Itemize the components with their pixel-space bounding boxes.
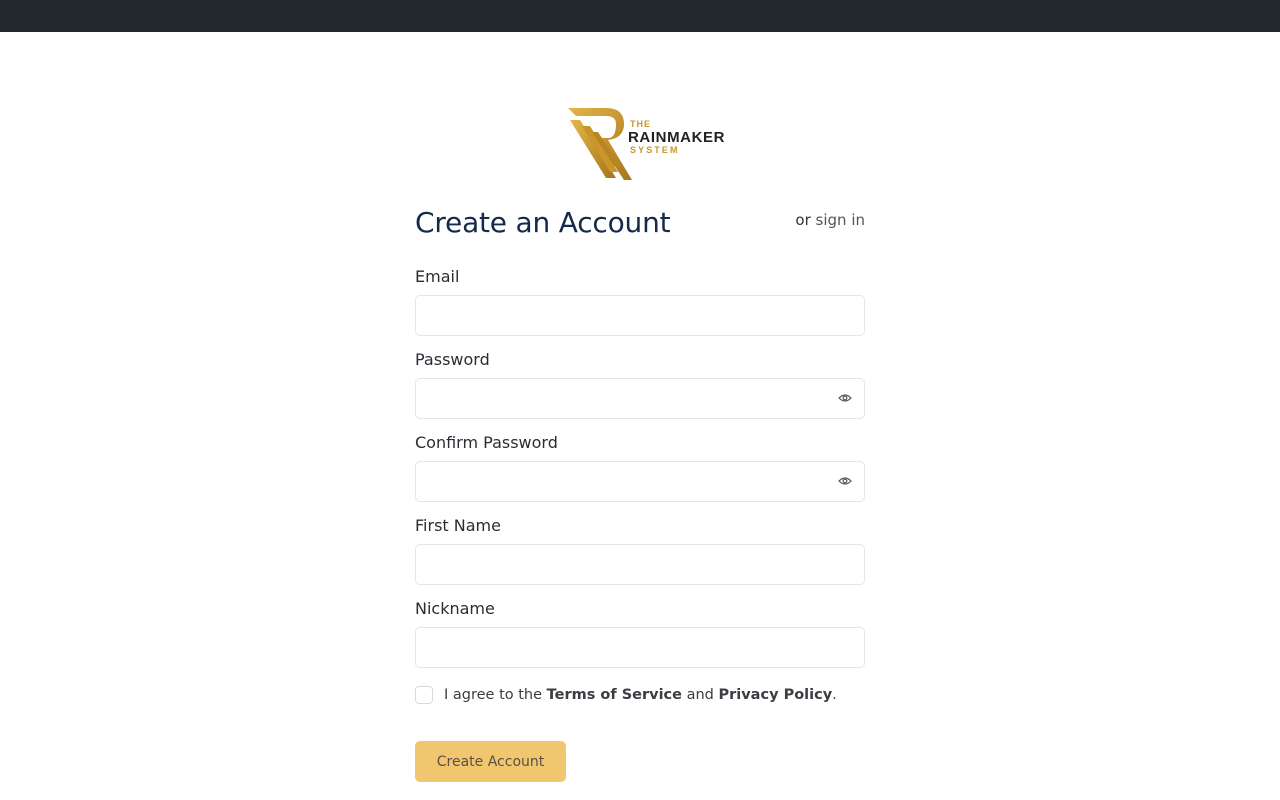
signin-prefix: or [795,211,811,229]
agreement-prefix: I agree to the [444,687,543,703]
nickname-label: Nickname [415,599,495,618]
privacy-policy-link[interactable]: Privacy Policy [718,687,832,703]
first-name-label: First Name [415,516,501,535]
logo-system-text: SYSTEM [630,145,680,155]
first-name-field[interactable] [415,544,865,585]
signin-prompt: or sign in [795,211,865,229]
terms-agreement: I agree to the Terms of Service and Priv… [415,686,837,704]
agreement-and: and [686,687,714,703]
eye-icon[interactable] [838,476,852,486]
email-field[interactable] [415,295,865,336]
eye-icon[interactable] [838,393,852,403]
agreement-text: I agree to the Terms of Service and Priv… [444,687,837,703]
top-bar [0,0,1280,32]
agreement-suffix: . [832,687,837,703]
logo-name-text: RAINMAKER [628,129,726,146]
password-label: Password [415,350,490,369]
terms-checkbox[interactable] [415,686,433,704]
logo-the-text: THE [630,119,651,129]
nickname-field[interactable] [415,627,865,668]
create-account-button[interactable]: Create Account [415,741,566,782]
confirm-password-field[interactable] [415,461,865,502]
confirm-password-label: Confirm Password [415,433,558,452]
rainmaker-logo: THE RAINMAKER SYSTEM [566,106,724,182]
email-label: Email [415,267,460,286]
page-title: Create an Account [415,206,671,239]
terms-of-service-link[interactable]: Terms of Service [547,687,682,703]
signin-link[interactable]: sign in [816,211,865,229]
password-field[interactable] [415,378,865,419]
